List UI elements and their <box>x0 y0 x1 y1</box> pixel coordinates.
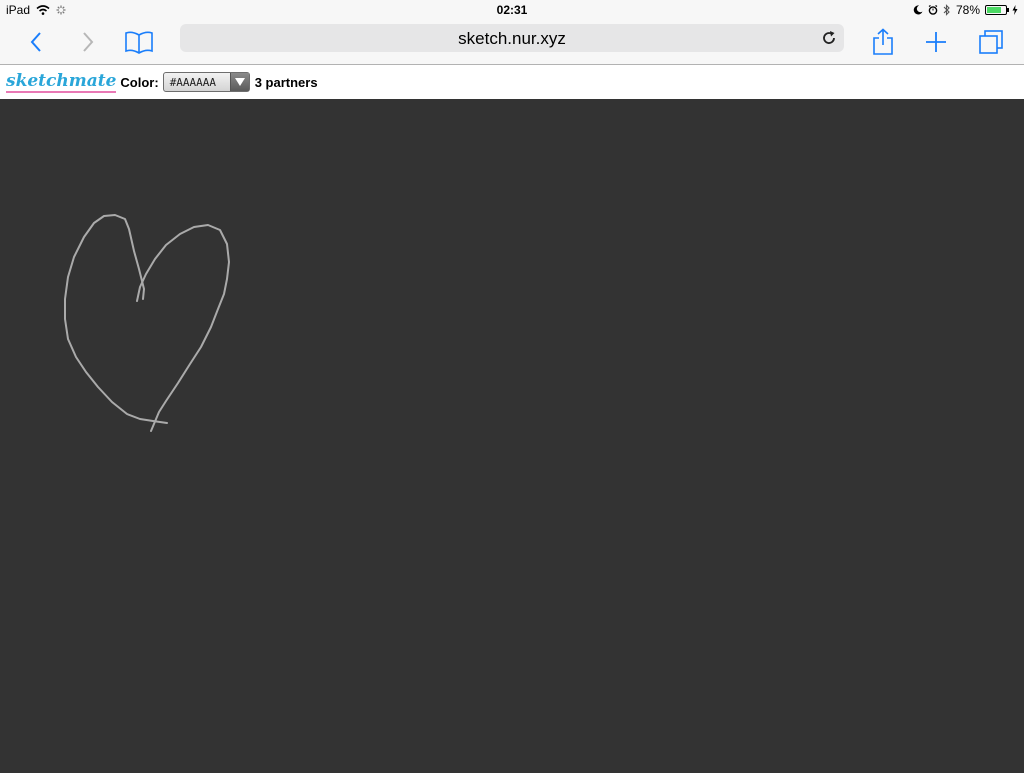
heart-stroke <box>64 214 168 424</box>
color-select-value: #AAAAAA <box>169 76 217 89</box>
heart-stroke-right <box>136 224 230 432</box>
book-icon <box>125 31 153 54</box>
moon-icon <box>913 5 923 15</box>
url-text: sketch.nur.xyz <box>458 29 566 48</box>
reload-icon[interactable] <box>820 29 838 47</box>
color-label: Color: <box>120 74 159 90</box>
back-button[interactable] <box>20 26 52 58</box>
bluetooth-icon <box>943 4 950 16</box>
address-bar[interactable]: sketch.nur.xyz <box>180 24 844 52</box>
battery-level <box>987 7 1002 13</box>
battery-icon <box>985 5 1009 15</box>
alarm-icon <box>928 5 938 15</box>
browser-toolbar: sketch.nur.xyz <box>0 20 1024 65</box>
battery-percent: 78% <box>955 3 980 17</box>
charging-bolt-icon <box>1012 5 1018 15</box>
chevron-left-icon <box>30 32 41 52</box>
forward-button[interactable] <box>72 26 104 58</box>
tabs-button[interactable] <box>975 26 1007 58</box>
tabs-icon <box>979 30 1003 54</box>
color-select[interactable]: #AAAAAA <box>162 72 250 92</box>
new-tab-button[interactable] <box>920 26 952 58</box>
sketchmate-logo[interactable]: sketchmate <box>6 72 117 93</box>
status-time: 02:31 <box>496 3 528 17</box>
dropdown-arrow-icon <box>229 73 249 91</box>
drawing-canvas[interactable] <box>0 99 1024 768</box>
share-button[interactable] <box>867 26 899 58</box>
status-right: 78% <box>913 3 1018 17</box>
status-bar: iPad 02:31 78% <box>0 0 1024 20</box>
app-toolbar: sketchmate Color: #AAAAAA 3 partners <box>0 65 1024 99</box>
partners-count: 3 partners <box>254 74 318 90</box>
sketch-layer <box>64 214 230 432</box>
share-icon <box>873 28 893 55</box>
chevron-right-icon <box>83 32 94 52</box>
plus-icon <box>926 32 946 52</box>
bookmarks-button[interactable] <box>123 26 155 58</box>
